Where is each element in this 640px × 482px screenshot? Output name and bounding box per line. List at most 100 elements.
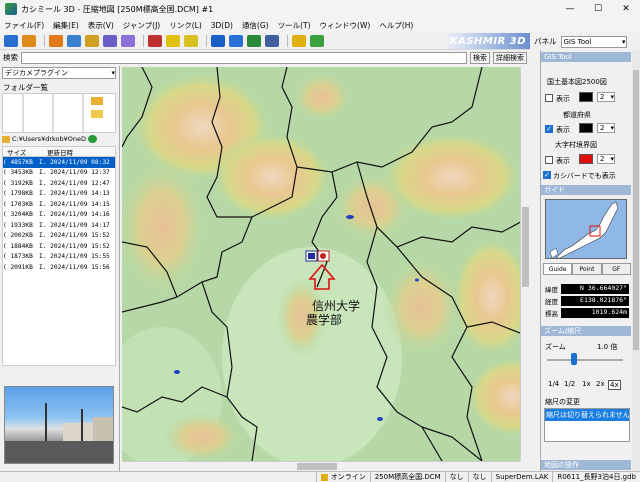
file-row[interactable]: ( 1798KB I. 2024/11/09 14:13 <box>3 189 115 200</box>
layer-checkbox-1[interactable]: ✓ <box>545 125 553 133</box>
file-size: ( 1798KB <box>3 190 33 198</box>
file-row[interactable]: ( 1933KB I. 2024/11/09 14:17 <box>3 220 115 231</box>
file-row[interactable]: ( 1884KB I. 2024/11/09 15:52 <box>3 241 115 252</box>
online-status: オンライン <box>315 471 370 482</box>
layer-width-1[interactable]: 2 ▾ <box>597 123 615 133</box>
folder-tree[interactable] <box>2 93 116 133</box>
monitor-icon[interactable] <box>265 34 279 47</box>
file-row[interactable]: ( 1873KB I. 2024/11/09 15:55 <box>3 252 115 263</box>
file-table: サイズ 更新日時 ( 4857KB I. 2024/11/09 08:32 ( 34… <box>2 146 116 366</box>
status-map: 250M標高全国.DCM <box>369 471 445 482</box>
file-size: ( 1703KB <box>3 200 33 208</box>
file-row[interactable]: ( 1703KB I. 2024/11/09 14:15 <box>3 199 115 210</box>
minimize-button[interactable]: — <box>556 0 584 18</box>
map-vertical-scrollbar[interactable] <box>520 67 530 461</box>
map-operation-header[interactable]: 地図の操作 <box>541 460 631 470</box>
file-row[interactable]: ( 4857KB I. 2024/11/09 08:32 <box>3 157 115 168</box>
online-icon <box>320 473 328 481</box>
toolbar-separator <box>143 34 144 47</box>
guide-header[interactable]: ガイド <box>541 185 631 195</box>
gis-tool-header[interactable]: GIS Tool <box>541 52 631 62</box>
guide-overview-map[interactable] <box>545 199 627 259</box>
layer-width-1-value: 2 <box>600 124 605 132</box>
pencil-icon[interactable] <box>184 34 198 47</box>
map-label: 信州大学 農学部 <box>306 299 360 327</box>
status-gdb: R0611_長野3泊4日.gdb <box>552 471 640 482</box>
arrow-right-icon[interactable] <box>229 34 243 47</box>
left-panel: デジカメプラグイン ▾ フォルダ一覧 C:¥Users¥drkob¥OneD サ… <box>0 66 120 472</box>
flag-icon[interactable] <box>310 34 324 47</box>
layer-checkbox-0[interactable] <box>545 94 553 102</box>
right-panel-scrollbar[interactable] <box>632 50 640 472</box>
help-icon[interactable] <box>292 34 306 47</box>
menu-edit[interactable]: 編集(E) <box>53 20 79 31</box>
refresh-icon[interactable] <box>88 135 98 143</box>
zoom-plus-icon[interactable] <box>4 34 18 47</box>
terrain-icon[interactable] <box>103 34 117 47</box>
map-horizontal-scrollbar[interactable] <box>122 461 520 471</box>
menu-window[interactable]: ウィンドウ(W) <box>320 20 371 31</box>
arrow-left-icon[interactable] <box>211 34 225 47</box>
panel-splitter[interactable] <box>530 66 540 472</box>
layer-show-1: 表示 <box>556 126 570 134</box>
zoom-2x-button[interactable]: 2x <box>595 380 606 388</box>
search-button[interactable]: 検索 <box>470 51 490 64</box>
file-row[interactable]: ( 3204KB I. 2024/11/09 14:16 <box>3 210 115 221</box>
zoom-4x-button[interactable]: 4x <box>608 380 621 390</box>
photo-preview <box>4 386 114 464</box>
zoom-slider-track[interactable] <box>547 359 623 361</box>
tab-guide[interactable]: Guide <box>543 263 573 275</box>
menu-view[interactable]: 表示(V) <box>88 20 114 31</box>
japan-map-icon <box>549 201 619 258</box>
file-row[interactable]: ( 2002KB I. 2024/11/09 15:52 <box>3 231 115 242</box>
file-row[interactable]: ( 3192KB I. 2024/11/09 12:47 <box>3 178 115 189</box>
layer-color-1[interactable] <box>579 123 593 133</box>
file-size: ( 3192KB <box>3 179 33 187</box>
menu-3d[interactable]: 3D(D) <box>211 21 233 30</box>
zoom-slider-handle[interactable] <box>571 353 577 365</box>
search-input[interactable] <box>21 51 467 64</box>
tab-gf[interactable]: GF <box>601 263 631 275</box>
file-size: ( 4857KB <box>3 158 33 166</box>
zoom-quarter-button[interactable]: 1/4 <box>547 380 560 388</box>
menu-comm[interactable]: 通信(G) <box>242 20 269 31</box>
scale-list[interactable]: 縮尺は切り替えられません <box>544 408 630 442</box>
print-icon[interactable] <box>121 34 135 47</box>
file-row[interactable]: ( 3453KB I. 2024/11/09 12:37 <box>3 168 115 179</box>
file-date: I. 2024/11/09 14:16 <box>39 211 110 219</box>
panel-select[interactable]: GIS Tool ▾ <box>560 35 627 48</box>
zoom-header[interactable]: ズーム/縮尺 <box>541 326 631 336</box>
menu-jump[interactable]: ジャンプ(J) <box>123 20 160 31</box>
binoculars-icon[interactable] <box>148 34 162 47</box>
menu-help[interactable]: ヘルプ(H) <box>379 20 413 31</box>
detail-search-button[interactable]: 詳細検索 <box>493 51 527 64</box>
folder-list-title: フォルダ一覧 <box>3 83 48 92</box>
map-view[interactable]: 信州大学 農学部 <box>122 67 530 461</box>
folder-open-icon[interactable] <box>22 34 36 47</box>
column-size[interactable]: サイズ <box>3 147 43 157</box>
tag-icon[interactable] <box>166 34 180 47</box>
tab-point[interactable]: Point <box>572 263 602 275</box>
layer-name-2: 大字村境界図 <box>555 141 597 149</box>
layer-checkbox-2[interactable] <box>545 156 553 164</box>
plugin-select[interactable]: デジカメプラグイン ▾ <box>2 67 116 79</box>
longitude-label: 経度 <box>545 298 558 306</box>
layer-icon[interactable] <box>85 34 99 47</box>
menu-link[interactable]: リンク(L) <box>169 20 202 31</box>
map-open-icon[interactable] <box>49 34 63 47</box>
layer-color-2[interactable] <box>579 154 593 164</box>
map-save-icon[interactable] <box>67 34 81 47</box>
menu-tools[interactable]: ツール(T) <box>278 20 311 31</box>
kashbird-checkbox[interactable]: ✓ <box>543 171 551 179</box>
layer-color-0[interactable] <box>579 92 593 102</box>
grid-icon[interactable] <box>247 34 261 47</box>
file-row[interactable]: ( 2091KB I. 2024/11/09 15:56 <box>3 262 115 273</box>
zoom-half-button[interactable]: 1/2 <box>563 380 576 388</box>
layer-width-2[interactable]: 2 ▾ <box>597 154 615 164</box>
zoom-1x-button[interactable]: 1x <box>581 380 592 388</box>
layer-width-0[interactable]: 2 ▾ <box>597 92 615 102</box>
maximize-button[interactable]: ☐ <box>584 0 612 18</box>
menu-file[interactable]: ファイル(F) <box>4 20 44 31</box>
close-button[interactable]: ✕ <box>612 0 640 18</box>
column-date[interactable]: 更新日時 <box>43 147 73 157</box>
